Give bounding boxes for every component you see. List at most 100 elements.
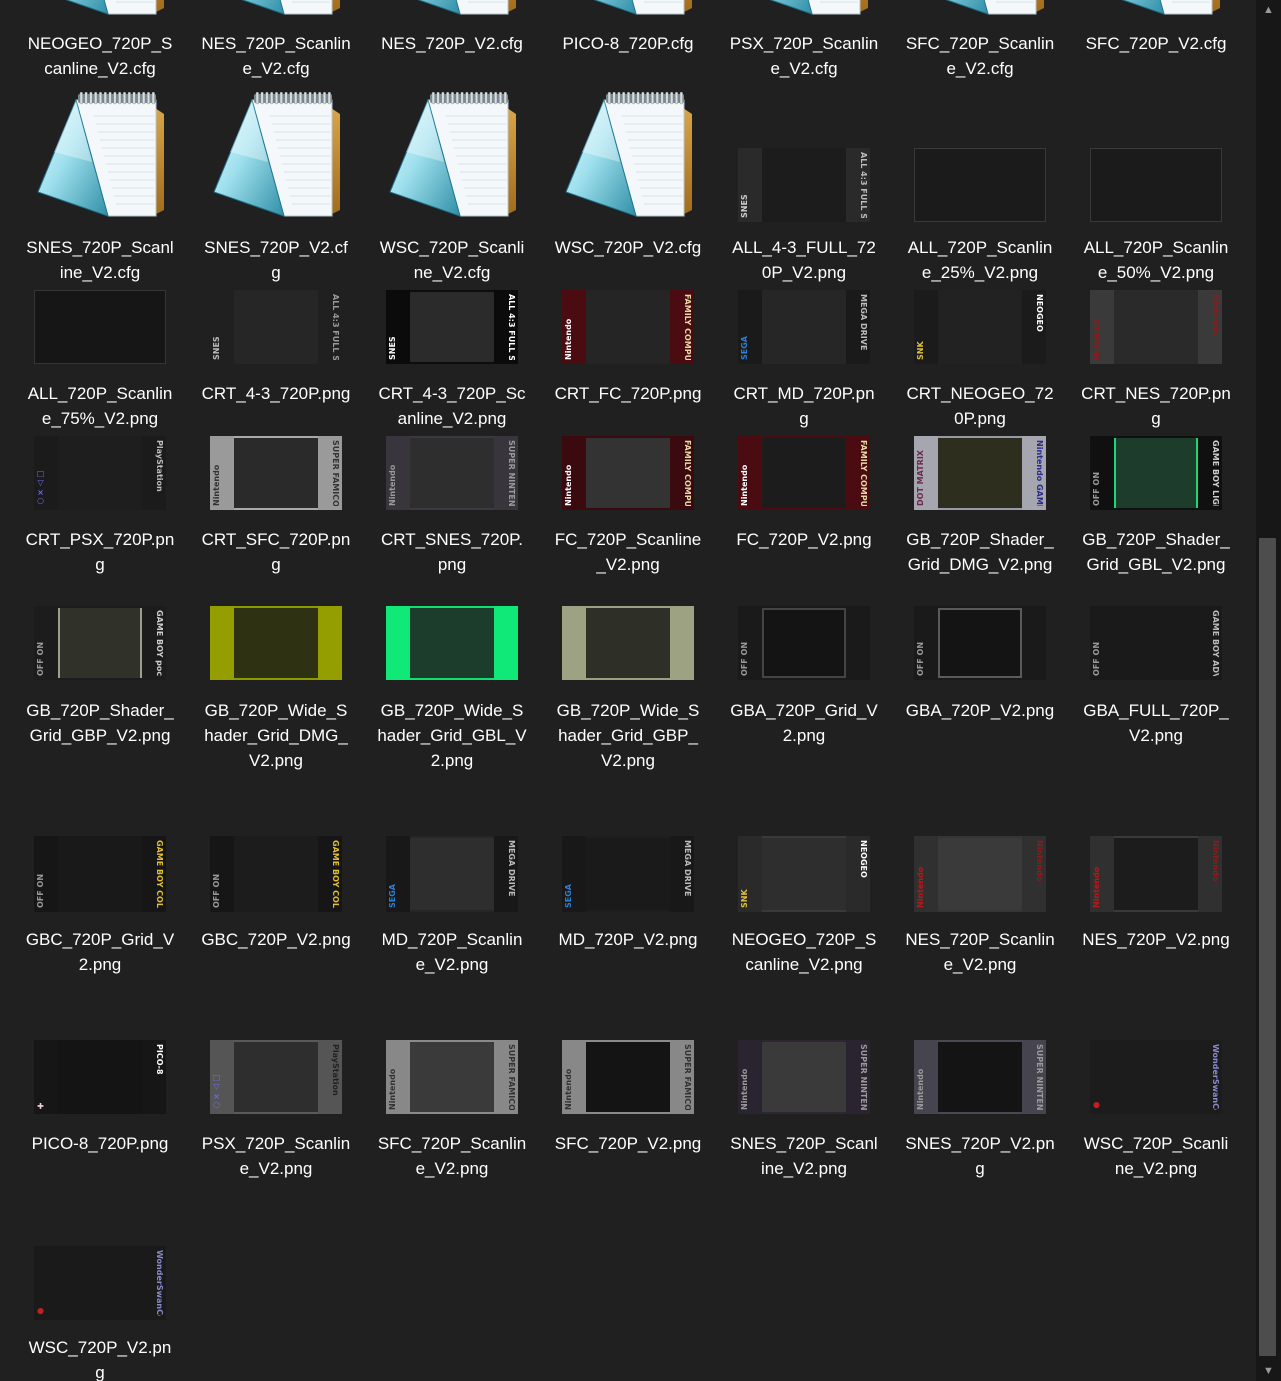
png-file-item[interactable]: ALL_720P_Scanline_25%_V2.png	[894, 92, 1066, 282]
png-file-item[interactable]: OFF ON GAME BOY COLOR GBC_720P_V2.png	[190, 836, 362, 949]
vertical-scrollbar[interactable]: ▲ ▼	[1256, 0, 1281, 1381]
png-file-item[interactable]: SEGA MEGA DRIVE MD_720P_Scanline_V2.png	[366, 836, 538, 974]
file-name-label: GB_720P_Wide_Shader_Grid_GBL_V2.png	[377, 701, 527, 770]
thumbnail-left-band	[210, 606, 234, 680]
cfg-file-item[interactable]: WSC_720P_V2.cfg	[542, 92, 714, 257]
png-file-item[interactable]: OFF ON GBA_720P_Grid_V2.png	[718, 606, 890, 745]
png-file-item[interactable]: Nintendo FAMILY COMPUTER CRT_FC_720P.png	[542, 290, 714, 403]
png-file-item[interactable]: Nintendo FAMILY COMPUTER FC_720P_Scanline_…	[542, 436, 714, 574]
png-file-item[interactable]: ALL_720P_Scanline_75%_V2.png	[14, 290, 186, 428]
thumbnail-left-logo-text: Nintendo	[740, 464, 749, 506]
cfg-file-item[interactable]: NES_720P_Scanline_V2.cfg	[190, 0, 362, 78]
thumbnail-screen-area	[586, 608, 670, 678]
image-thumbnail: SEGA MEGA DRIVE	[386, 836, 518, 912]
thumbnail-left-logo-text: SNES	[212, 336, 221, 360]
cfg-file-item[interactable]: SNES_720P_Scanline_V2.cfg	[14, 92, 186, 282]
thumbnail-right-band	[1022, 606, 1046, 680]
png-file-item[interactable]: Nintendo Nintendo CRT_NES_720P.png	[1070, 290, 1242, 428]
cfg-file-item[interactable]: NES_720P_V2.cfg	[366, 0, 538, 53]
notepad-file-icon	[20, 0, 180, 20]
png-file-item[interactable]: DOT MATRIX Nintendo GAME BOY GB_720P_Shade…	[894, 436, 1066, 574]
thumbnail-left-logo-text: OFF ON	[36, 641, 45, 676]
image-thumbnail: ● WonderSwanColor	[34, 1246, 166, 1320]
scroll-up-arrow-icon[interactable]: ▲	[1256, 0, 1281, 20]
png-file-item[interactable]: Nintendo SUPER FAMICOM SFC_720P_V2.png	[542, 1040, 714, 1153]
notepad-file-icon	[372, 92, 532, 222]
image-file-icon: ● WonderSwanColor	[20, 1246, 180, 1320]
cfg-file-item[interactable]: NEOGEO_720P_Scanline_V2.cfg	[14, 0, 186, 78]
png-file-item[interactable]: GB_720P_Wide_Shader_Grid_GBL_V2.png	[366, 606, 538, 770]
png-file-item[interactable]: SEGA MEGA DRIVE MD_720P_V2.png	[542, 836, 714, 949]
image-thumbnail: OFF ON GAME BOY pocket	[34, 606, 166, 680]
file-name-label: SFC_720P_V2.cfg	[1085, 34, 1227, 53]
notepad-icon	[417, 0, 516, 15]
file-name-label: GBA_FULL_720P_V2.png	[1083, 701, 1229, 745]
png-file-item[interactable]: ✚ PICO-8 PICO-8_720P.png	[14, 1040, 186, 1153]
thumbnail-right-logo-text: NEOGEO	[1035, 294, 1044, 332]
image-file-icon: Nintendo SUPER NINTENDO	[372, 436, 532, 510]
image-file-icon: Nintendo FAMILY COMPUTER	[548, 290, 708, 364]
cfg-file-item[interactable]: WSC_720P_Scanline_V2.cfg	[366, 92, 538, 282]
file-name-label: PICO-8_720P.cfg	[562, 34, 694, 53]
image-thumbnail: ○×△□ PlayStation	[34, 436, 166, 510]
file-name-label: CRT_4-3_720P.png	[201, 384, 351, 403]
scroll-down-arrow-icon[interactable]: ▼	[1256, 1361, 1281, 1381]
png-file-item[interactable]: Nintendo SUPER NINTENDO SNES_720P_V2.png	[894, 1040, 1066, 1178]
thumbnail-screen-area	[938, 608, 1022, 678]
thumbnail-right-logo-text: Nintendo	[1035, 840, 1044, 882]
image-file-icon: Nintendo Nintendo	[1076, 836, 1236, 912]
png-file-item[interactable]: SNK NEOGEO CRT_NEOGEO_720P.png	[894, 290, 1066, 428]
image-thumbnail: SNES ALL 4:3 FULL SCREEN	[210, 290, 342, 364]
thumbnail-right-logo-text: PlayStation	[331, 1044, 340, 1096]
png-file-item[interactable]: Nintendo SUPER FAMICOM SFC_720P_Scanline_V…	[366, 1040, 538, 1178]
png-file-item[interactable]: Nintendo SUPER NINTENDO SNES_720P_Scanline…	[718, 1040, 890, 1178]
png-file-item[interactable]: OFF ON GAME BOY LIGHT GB_720P_Shader_Grid_…	[1070, 436, 1242, 574]
thumbnail-screen-area	[234, 608, 318, 678]
image-file-icon: ● WonderSwanColor	[1076, 1040, 1236, 1114]
image-thumbnail: Nintendo FAMILY COMPUTER	[562, 290, 694, 364]
thumbnail-screen-area	[410, 292, 494, 362]
png-file-item[interactable]: ● WonderSwanColor WSC_720P_Scanline_V2.png	[1070, 1040, 1242, 1178]
png-file-item[interactable]: SNK NEOGEO NEOGEO_720P_Scanline_V2.png	[718, 836, 890, 974]
png-file-item[interactable]: SNES ALL 4:3 FULL SCREEN CRT_4-3_720P.png	[190, 290, 362, 403]
thumbnail-right-band	[846, 606, 870, 680]
cfg-file-item[interactable]: SFC_720P_Scanline_V2.cfg	[894, 0, 1066, 78]
png-file-item[interactable]: Nintendo Nintendo NES_720P_V2.png	[1070, 836, 1242, 949]
png-file-item[interactable]: Nintendo FAMILY COMPUTER FC_720P_V2.png	[718, 436, 890, 549]
thumbnail-right-band	[318, 606, 342, 680]
png-file-item[interactable]: ○×△□ PlayStation PSX_720P_Scanline_V2.png	[190, 1040, 362, 1178]
file-name-label: CRT_SFC_720P.png	[201, 530, 351, 574]
png-file-item[interactable]: SEGA MEGA DRIVE CRT_MD_720P.png	[718, 290, 890, 428]
png-file-item[interactable]: OFF ON GAME BOY ADVANCE GBA_FULL_720P_V2.p…	[1070, 606, 1242, 745]
thumbnail-screen-area	[762, 838, 846, 910]
png-file-item[interactable]: GB_720P_Wide_Shader_Grid_GBP_V2.png	[542, 606, 714, 770]
thumbnail-right-band	[494, 606, 518, 680]
png-file-item[interactable]: ○×△□ PlayStation CRT_PSX_720P.png	[14, 436, 186, 574]
image-thumbnail: OFF ON GAME BOY LIGHT	[1090, 436, 1222, 510]
png-file-item[interactable]: ● WonderSwanColor WSC_720P_V2.png	[14, 1246, 186, 1381]
cfg-file-item[interactable]: SNES_720P_V2.cfg	[190, 92, 362, 282]
file-name-label: WSC_720P_Scanline_V2.cfg	[379, 238, 525, 282]
cfg-file-item[interactable]: PICO-8_720P.cfg	[542, 0, 714, 53]
thumbnail-left-logo-text: ✚	[36, 1101, 45, 1110]
thumbnail-screen-area	[938, 838, 1022, 910]
png-file-item[interactable]: Nintendo SUPER NINTENDO CRT_SNES_720P.png	[366, 436, 538, 574]
png-file-item[interactable]: ALL_720P_Scanline_50%_V2.png	[1070, 92, 1242, 282]
png-file-item[interactable]: Nintendo SUPER FAMICOM CRT_SFC_720P.png	[190, 436, 362, 574]
cfg-file-item[interactable]: SFC_720P_V2.cfg	[1070, 0, 1242, 53]
png-file-item[interactable]: GB_720P_Wide_Shader_Grid_DMG_V2.png	[190, 606, 362, 770]
cfg-file-item[interactable]: PSX_720P_Scanline_V2.cfg	[718, 0, 890, 78]
png-file-item[interactable]: OFF ON GAME BOY pocket GB_720P_Shader_Grid…	[14, 606, 186, 745]
file-name-label: PICO-8_720P.png	[31, 1134, 169, 1153]
file-name-label: ALL_720P_Scanline_75%_V2.png	[27, 384, 173, 428]
image-thumbnail: SNES ALL 4:3 FULL SCREEN	[386, 290, 518, 364]
scroll-thumb[interactable]	[1259, 538, 1276, 1356]
png-file-item[interactable]: SNES ALL 4:3 FULL SCREEN CRT_4-3_720P_Scan…	[366, 290, 538, 428]
thumbnail-left-logo-text: OFF ON	[916, 641, 925, 676]
file-name-label: SFC_720P_Scanline_V2.png	[377, 1134, 527, 1178]
png-file-item[interactable]: OFF ON GAME BOY COLOR GBC_720P_Grid_V2.png	[14, 836, 186, 974]
png-file-item[interactable]: SNES ALL 4:3 FULL SCREEN ALL_4-3_FULL_720P…	[718, 92, 890, 282]
file-name-label: GBA_720P_V2.png	[905, 701, 1055, 720]
png-file-item[interactable]: OFF ON GBA_720P_V2.png	[894, 606, 1066, 720]
png-file-item[interactable]: Nintendo Nintendo NES_720P_Scanline_V2.png	[894, 836, 1066, 974]
